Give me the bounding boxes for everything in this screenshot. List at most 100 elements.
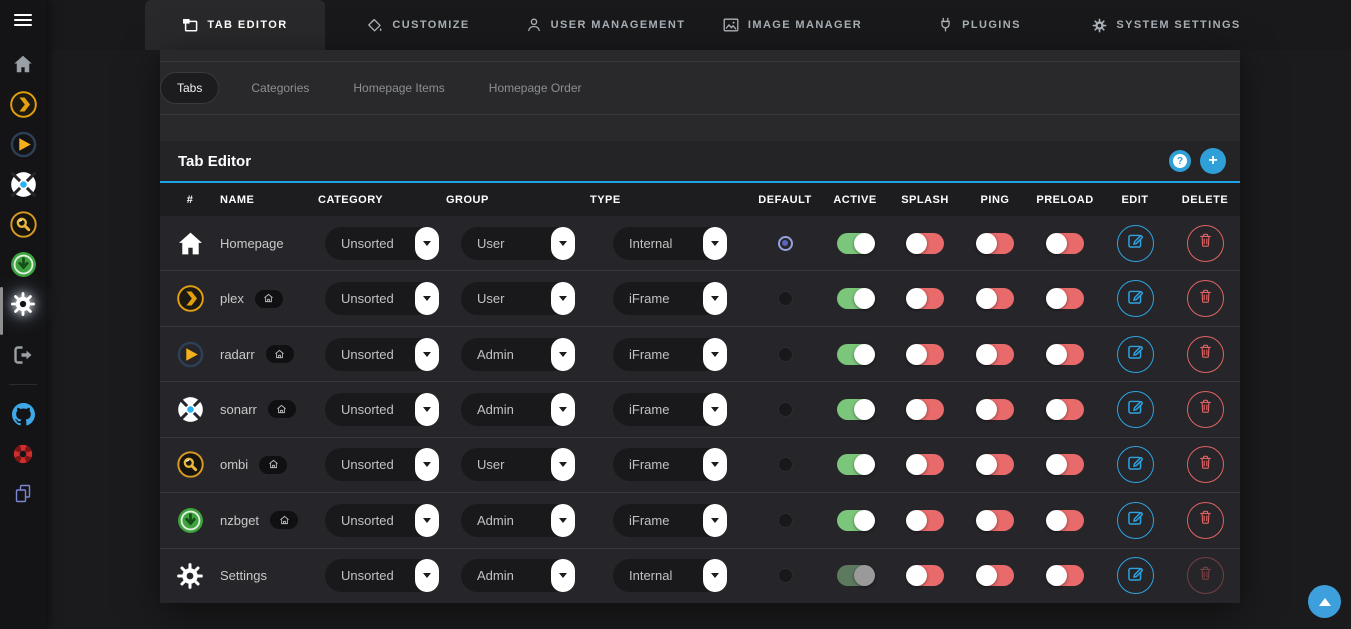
- default-radio[interactable]: [778, 457, 793, 472]
- category-select[interactable]: Unsorted: [325, 227, 439, 260]
- category-select[interactable]: Unsorted: [325, 282, 439, 315]
- edit-button[interactable]: [1117, 502, 1154, 539]
- category-select[interactable]: Unsorted: [325, 448, 439, 481]
- default-radio[interactable]: [778, 347, 793, 362]
- type-select[interactable]: Internal: [613, 227, 727, 260]
- preload-toggle[interactable]: [1047, 344, 1084, 365]
- preload-toggle[interactable]: [1047, 288, 1084, 309]
- edit-button[interactable]: [1117, 391, 1154, 428]
- sidebar-item-support[interactable]: [0, 434, 46, 474]
- sidebar-item-ombi[interactable]: [0, 204, 46, 244]
- tab-customize[interactable]: CUSTOMIZE: [325, 0, 512, 50]
- delete-button[interactable]: [1187, 502, 1224, 539]
- type-select[interactable]: iFrame: [613, 338, 727, 371]
- delete-button[interactable]: [1187, 557, 1224, 594]
- subtab-tabs[interactable]: Tabs: [160, 72, 219, 104]
- sidebar-scrollbar[interactable]: [0, 287, 3, 335]
- ping-toggle[interactable]: [977, 233, 1014, 254]
- splash-toggle[interactable]: [907, 399, 944, 420]
- category-select[interactable]: Unsorted: [325, 559, 439, 592]
- active-toggle[interactable]: [837, 454, 874, 475]
- edit-button[interactable]: [1117, 557, 1154, 594]
- active-toggle[interactable]: [837, 399, 874, 420]
- subtab-categories[interactable]: Categories: [239, 73, 321, 103]
- ping-toggle[interactable]: [977, 565, 1014, 586]
- delete-button[interactable]: [1187, 336, 1224, 373]
- group-select[interactable]: Admin: [461, 559, 575, 592]
- group-select[interactable]: User: [461, 448, 575, 481]
- tab-name-cell: nzbget: [220, 511, 318, 529]
- tab-user-management[interactable]: USER MANAGEMENT: [512, 0, 699, 50]
- type-select[interactable]: iFrame: [613, 393, 727, 426]
- default-radio[interactable]: [778, 513, 793, 528]
- category-select[interactable]: Unsorted: [325, 338, 439, 371]
- group-select[interactable]: User: [461, 282, 575, 315]
- active-toggle[interactable]: [837, 344, 874, 365]
- ping-toggle[interactable]: [977, 510, 1014, 531]
- active-toggle[interactable]: [837, 510, 874, 531]
- delete-button[interactable]: [1187, 391, 1224, 428]
- edit-button[interactable]: [1117, 225, 1154, 262]
- default-radio[interactable]: [778, 402, 793, 417]
- preload-toggle[interactable]: [1047, 399, 1084, 420]
- splash-toggle[interactable]: [907, 344, 944, 365]
- group-select[interactable]: Admin: [461, 504, 575, 537]
- ping-toggle[interactable]: [977, 399, 1014, 420]
- ping-toggle[interactable]: [977, 288, 1014, 309]
- github-icon: [12, 403, 35, 426]
- category-select[interactable]: Unsorted: [325, 504, 439, 537]
- hamburger-menu-button[interactable]: [0, 0, 46, 44]
- default-radio[interactable]: [778, 568, 793, 583]
- splash-toggle[interactable]: [907, 565, 944, 586]
- preload-toggle[interactable]: [1047, 565, 1084, 586]
- scroll-to-top-button[interactable]: [1308, 585, 1341, 618]
- splash-toggle[interactable]: [907, 233, 944, 254]
- preload-toggle[interactable]: [1047, 510, 1084, 531]
- delete-button[interactable]: [1187, 280, 1224, 317]
- sidebar-item-nzbget[interactable]: [0, 244, 46, 284]
- sidebar-item-docs[interactable]: [0, 474, 46, 514]
- tab-plugins[interactable]: PLUGINS: [886, 0, 1073, 50]
- group-select[interactable]: User: [461, 227, 575, 260]
- sidebar-item-radarr[interactable]: [0, 124, 46, 164]
- ping-toggle[interactable]: [977, 454, 1014, 475]
- type-select[interactable]: Internal: [613, 559, 727, 592]
- type-select[interactable]: iFrame: [613, 504, 727, 537]
- category-cell: Unsorted: [318, 227, 446, 260]
- category-select[interactable]: Unsorted: [325, 393, 439, 426]
- sidebar-item-settings[interactable]: [0, 284, 46, 324]
- preload-toggle[interactable]: [1047, 454, 1084, 475]
- sidebar-item-github[interactable]: [0, 394, 46, 434]
- splash-toggle[interactable]: [907, 288, 944, 309]
- edit-button[interactable]: [1117, 336, 1154, 373]
- edit-button[interactable]: [1117, 280, 1154, 317]
- tab-tab-editor[interactable]: TAB EDITOR: [145, 0, 325, 50]
- edit-icon: [1126, 508, 1145, 532]
- tab-image-manager[interactable]: IMAGE MANAGER: [699, 0, 886, 50]
- preload-toggle[interactable]: [1047, 233, 1084, 254]
- help-button[interactable]: ?: [1169, 150, 1191, 172]
- active-toggle[interactable]: [837, 565, 874, 586]
- group-select[interactable]: Admin: [461, 338, 575, 371]
- default-radio[interactable]: [778, 291, 793, 306]
- sidebar-item-sonarr[interactable]: [0, 164, 46, 204]
- type-select[interactable]: iFrame: [613, 448, 727, 481]
- tab-system-settings[interactable]: SYSTEM SETTINGS: [1073, 0, 1260, 50]
- sidebar-item-logout[interactable]: [0, 335, 46, 375]
- delete-button[interactable]: [1187, 446, 1224, 483]
- sidebar-item-plex[interactable]: [0, 84, 46, 124]
- sidebar-item-home[interactable]: [0, 44, 46, 84]
- subtab-homepage-items[interactable]: Homepage Items: [341, 73, 456, 103]
- edit-button[interactable]: [1117, 446, 1154, 483]
- active-toggle[interactable]: [837, 288, 874, 309]
- subtab-homepage-order[interactable]: Homepage Order: [477, 73, 594, 103]
- group-select[interactable]: Admin: [461, 393, 575, 426]
- type-select[interactable]: iFrame: [613, 282, 727, 315]
- splash-toggle[interactable]: [907, 454, 944, 475]
- delete-button[interactable]: [1187, 225, 1224, 262]
- add-tab-button[interactable]: +: [1200, 148, 1226, 174]
- splash-toggle[interactable]: [907, 510, 944, 531]
- ping-toggle[interactable]: [977, 344, 1014, 365]
- active-toggle[interactable]: [837, 233, 874, 254]
- default-radio[interactable]: [778, 236, 793, 251]
